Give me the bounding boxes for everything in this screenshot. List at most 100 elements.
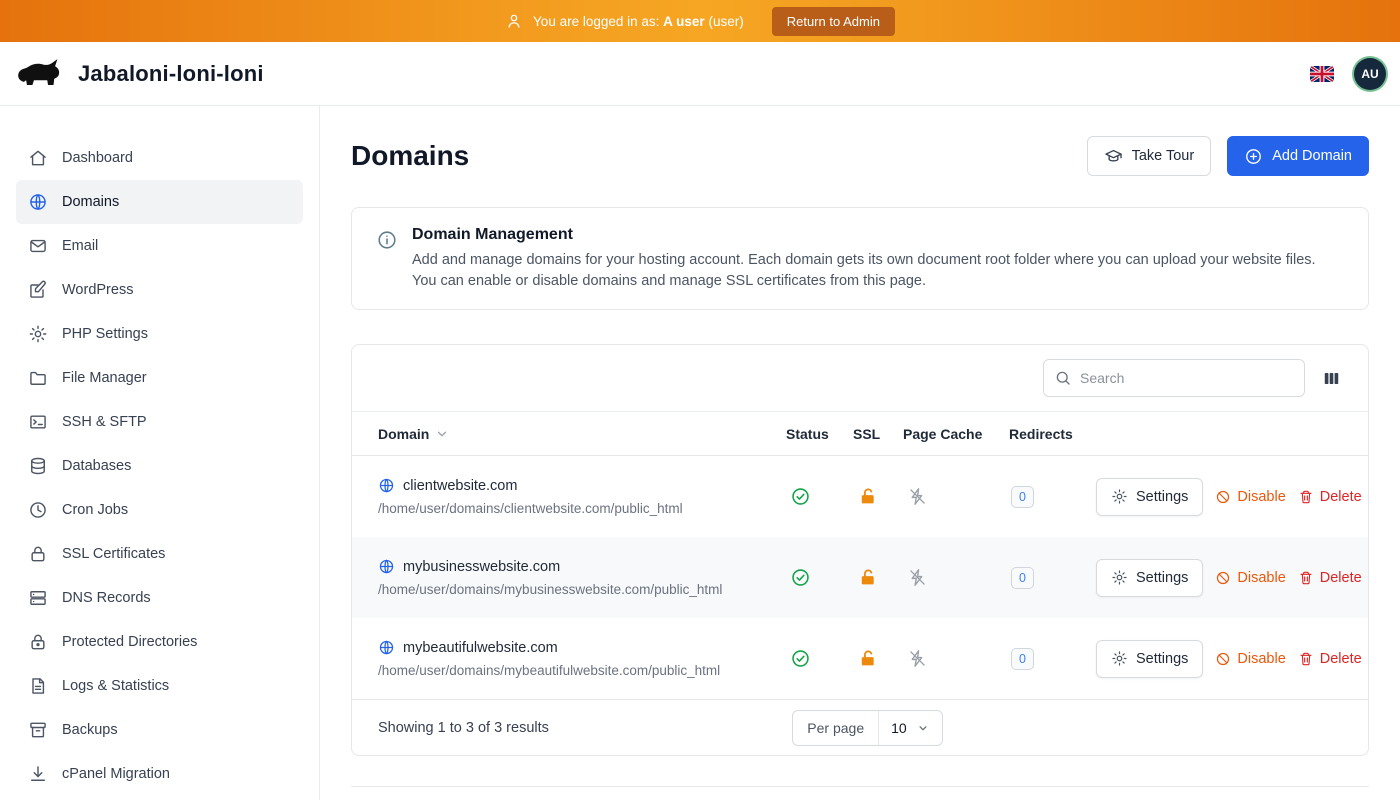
gear-icon	[28, 324, 48, 344]
take-tour-button[interactable]: Take Tour	[1087, 136, 1212, 176]
disable-button[interactable]: Disable	[1215, 651, 1285, 667]
clock-icon	[28, 500, 48, 520]
settings-button[interactable]: Settings	[1096, 478, 1203, 516]
domain-path: /home/user/domains/mybeautifulwebsite.co…	[378, 663, 786, 678]
sidebar: Dashboard Domains Email WordPress PHP Se…	[0, 106, 320, 800]
folder-icon	[28, 368, 48, 388]
columns-toggle-button[interactable]	[1319, 366, 1344, 391]
column-header-redirects: Redirects	[1009, 426, 1096, 442]
delete-button[interactable]: Delete	[1298, 489, 1362, 505]
redirects-badge: 0	[1011, 486, 1034, 508]
per-page-label: Per page	[793, 711, 878, 745]
sidebar-item-dashboard[interactable]: Dashboard	[16, 136, 303, 180]
domain-name: mybusinesswebsite.com	[403, 559, 560, 575]
disable-button[interactable]: Disable	[1215, 570, 1285, 586]
return-to-admin-button[interactable]: Return to Admin	[772, 7, 895, 36]
domain-path: /home/user/domains/clientwebsite.com/pub…	[378, 501, 786, 516]
chevron-down-icon	[435, 427, 449, 441]
column-header-status: Status	[786, 426, 853, 442]
delete-button[interactable]: Delete	[1298, 651, 1362, 667]
sidebar-item-protected-directories[interactable]: Protected Directories	[16, 620, 303, 664]
redirects-badge: 0	[1011, 648, 1034, 670]
sidebar-item-backups[interactable]: Backups	[16, 708, 303, 752]
envelope-icon	[28, 236, 48, 256]
per-page-select[interactable]: 10	[878, 711, 942, 745]
brand-title: Jabaloni-loni-loni	[78, 61, 264, 87]
sidebar-item-domains[interactable]: Domains	[16, 180, 303, 224]
column-header-page-cache: Page Cache	[903, 426, 1009, 442]
avatar[interactable]: AU	[1354, 58, 1386, 90]
disable-button[interactable]: Disable	[1215, 489, 1285, 505]
table-header-row: Domain Status SSL Page Cache Redirects	[352, 411, 1368, 456]
sidebar-item-cron-jobs[interactable]: Cron Jobs	[16, 488, 303, 532]
table-footer: Showing 1 to 3 of 3 results Per page 10	[352, 699, 1368, 755]
columns-icon	[1322, 369, 1341, 388]
status-check-circle-icon	[790, 648, 811, 669]
user-icon	[505, 12, 523, 30]
plus-circle-icon	[1244, 147, 1263, 166]
sidebar-item-wordpress[interactable]: WordPress	[16, 268, 303, 312]
gear-icon	[1111, 569, 1128, 586]
search-input[interactable]	[1043, 359, 1305, 397]
sidebar-item-logs-statistics[interactable]: Logs & Statistics	[16, 664, 303, 708]
language-flag-icon[interactable]	[1310, 66, 1334, 82]
sidebar-item-ssl-certificates[interactable]: SSL Certificates	[16, 532, 303, 576]
add-domain-button[interactable]: Add Domain	[1227, 136, 1369, 176]
table-row: mybeautifulwebsite.com /home/user/domain…	[352, 618, 1368, 699]
page-cache-lightning-off-icon	[907, 486, 928, 507]
settings-button[interactable]: Settings	[1096, 559, 1203, 597]
sidebar-item-php-settings[interactable]: PHP Settings	[16, 312, 303, 356]
page-title: Domains	[351, 140, 469, 172]
sidebar-item-cpanel-migration[interactable]: cPanel Migration	[16, 752, 303, 796]
trash-icon	[1298, 489, 1314, 505]
per-page-control: Per page 10	[792, 710, 942, 746]
ssl-lock-open-icon	[857, 648, 879, 670]
ssl-lock-open-icon	[857, 486, 879, 508]
redirects-badge: 0	[1011, 567, 1034, 589]
gear-icon	[1111, 488, 1128, 505]
domain-name: mybeautifulwebsite.com	[403, 640, 558, 656]
status-check-circle-icon	[790, 567, 811, 588]
info-card-description: Add and manage domains for your hosting …	[412, 250, 1342, 291]
search-icon	[1054, 369, 1072, 387]
sidebar-item-databases[interactable]: Databases	[16, 444, 303, 488]
server-icon	[28, 588, 48, 608]
archive-icon	[28, 720, 48, 740]
table-row: clientwebsite.com /home/user/domains/cli…	[352, 456, 1368, 537]
impersonation-banner: You are logged in as: A user (user) Retu…	[0, 0, 1400, 42]
column-header-domain[interactable]: Domain	[378, 426, 786, 442]
ban-icon	[1215, 570, 1231, 586]
table-row: mybusinesswebsite.com /home/user/domains…	[352, 537, 1368, 618]
sidebar-item-file-manager[interactable]: File Manager	[16, 356, 303, 400]
globe-icon	[378, 558, 395, 575]
ssl-lock-open-icon	[857, 567, 879, 589]
sidebar-item-ssh-sftp[interactable]: SSH & SFTP	[16, 400, 303, 444]
domain-path: /home/user/domains/mybusinesswebsite.com…	[378, 582, 786, 597]
padlock-keyhole-icon	[28, 632, 48, 652]
sidebar-item-email[interactable]: Email	[16, 224, 303, 268]
globe-icon	[378, 477, 395, 494]
main-content: Domains Take Tour Add Domain Domain Mana…	[320, 106, 1400, 800]
banner-message: You are logged in as: A user (user)	[533, 14, 744, 29]
status-check-circle-icon	[790, 486, 811, 507]
terminal-icon	[28, 412, 48, 432]
info-card: Domain Management Add and manage domains…	[351, 207, 1369, 310]
info-icon	[376, 229, 398, 251]
home-icon	[28, 148, 48, 168]
pencil-icon	[28, 280, 48, 300]
info-card-title: Domain Management	[412, 226, 1342, 244]
sidebar-item-dns-records[interactable]: DNS Records	[16, 576, 303, 620]
ban-icon	[1215, 489, 1231, 505]
globe-icon	[378, 639, 395, 656]
trash-icon	[1298, 651, 1314, 667]
download-icon	[28, 764, 48, 784]
chevron-down-icon	[916, 721, 930, 735]
app-header: Jabaloni-loni-loni AU	[0, 42, 1400, 106]
lock-icon	[28, 544, 48, 564]
trash-icon	[1298, 570, 1314, 586]
table-toolbar	[352, 345, 1368, 411]
settings-button[interactable]: Settings	[1096, 640, 1203, 678]
results-count: Showing 1 to 3 of 3 results	[378, 720, 792, 736]
delete-button[interactable]: Delete	[1298, 570, 1362, 586]
banner-user-name: A user	[663, 14, 705, 29]
